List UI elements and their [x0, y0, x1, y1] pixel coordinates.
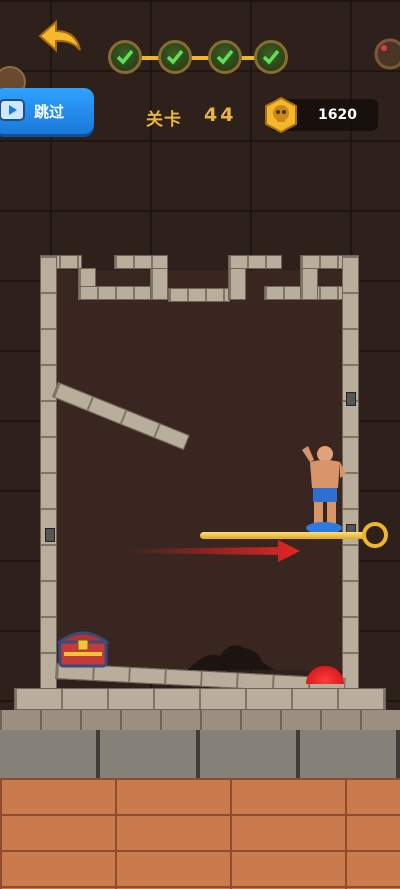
hero-character[interactable]: [300, 440, 350, 534]
progress-check-3: [208, 40, 242, 74]
left-wall: [40, 255, 57, 690]
progress-check-4: [254, 40, 288, 74]
check-icon: [216, 49, 234, 65]
pull-pin-rod[interactable]: [200, 532, 366, 539]
hint-arrow-icon: [128, 540, 300, 562]
stone-course: [0, 710, 400, 730]
settings-button[interactable]: [370, 34, 400, 74]
coin-value: 1620: [318, 107, 357, 123]
pull-pin-handle[interactable]: [362, 522, 388, 548]
level-number: 44: [204, 104, 237, 126]
battlement: [168, 288, 230, 302]
back-button[interactable]: [36, 19, 86, 60]
enemy-silhouette: [188, 645, 274, 670]
castle-base: [14, 688, 386, 710]
level-progress: [108, 40, 293, 76]
back-arrow-icon: [38, 19, 81, 53]
battlement: [228, 255, 282, 269]
progress-check-1: [108, 40, 142, 74]
battlement: [300, 268, 318, 300]
battlement: [114, 255, 168, 269]
video-ad-icon: [0, 99, 25, 121]
level-label: 关卡: [146, 110, 182, 130]
check-icon: [116, 49, 134, 65]
wall-bolt: [45, 528, 55, 542]
check-icon: [166, 49, 184, 65]
game-scene: 跳过 关卡 44 1620: [0, 0, 400, 889]
skip-label: 跳过: [34, 103, 65, 121]
battlement: [228, 268, 246, 300]
treasure-chest: [56, 631, 110, 668]
stone-ledge: [0, 730, 400, 778]
battlement: [150, 268, 168, 300]
skull-coin-icon: [265, 96, 297, 134]
wall-bolt: [346, 392, 356, 406]
gear-icon: [374, 38, 400, 70]
skip-button[interactable]: 跳过: [0, 88, 94, 134]
progress-check-2: [158, 40, 192, 74]
check-icon: [262, 49, 280, 65]
brick-ground: [0, 778, 400, 889]
